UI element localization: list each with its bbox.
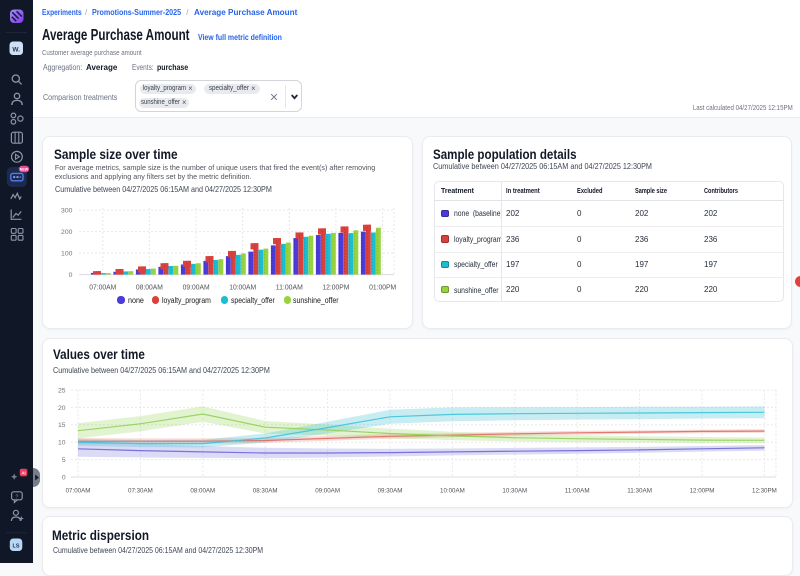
svg-text:11:30AM: 11:30AM: [627, 487, 652, 494]
svg-text:20: 20: [58, 405, 66, 412]
svg-text:25: 25: [58, 387, 66, 394]
svg-text:11:00AM: 11:00AM: [565, 487, 590, 494]
svg-text:10:30AM: 10:30AM: [502, 487, 527, 494]
svg-text:08:00AM: 08:00AM: [190, 487, 215, 494]
svg-text:09:30AM: 09:30AM: [378, 487, 403, 494]
svg-text:08:30AM: 08:30AM: [253, 487, 278, 494]
svg-text:12:00PM: 12:00PM: [690, 487, 715, 494]
svg-text:12:30PM: 12:30PM: [752, 487, 777, 494]
svg-text:15: 15: [58, 422, 66, 429]
svg-text:10: 10: [58, 440, 66, 447]
svg-text:07:00AM: 07:00AM: [66, 487, 91, 494]
svg-text:09:00AM: 09:00AM: [315, 487, 340, 494]
svg-text:07:30AM: 07:30AM: [128, 487, 153, 494]
svg-text:10:00AM: 10:00AM: [440, 487, 465, 494]
svg-text:5: 5: [62, 457, 66, 464]
svg-text:0: 0: [62, 474, 66, 481]
